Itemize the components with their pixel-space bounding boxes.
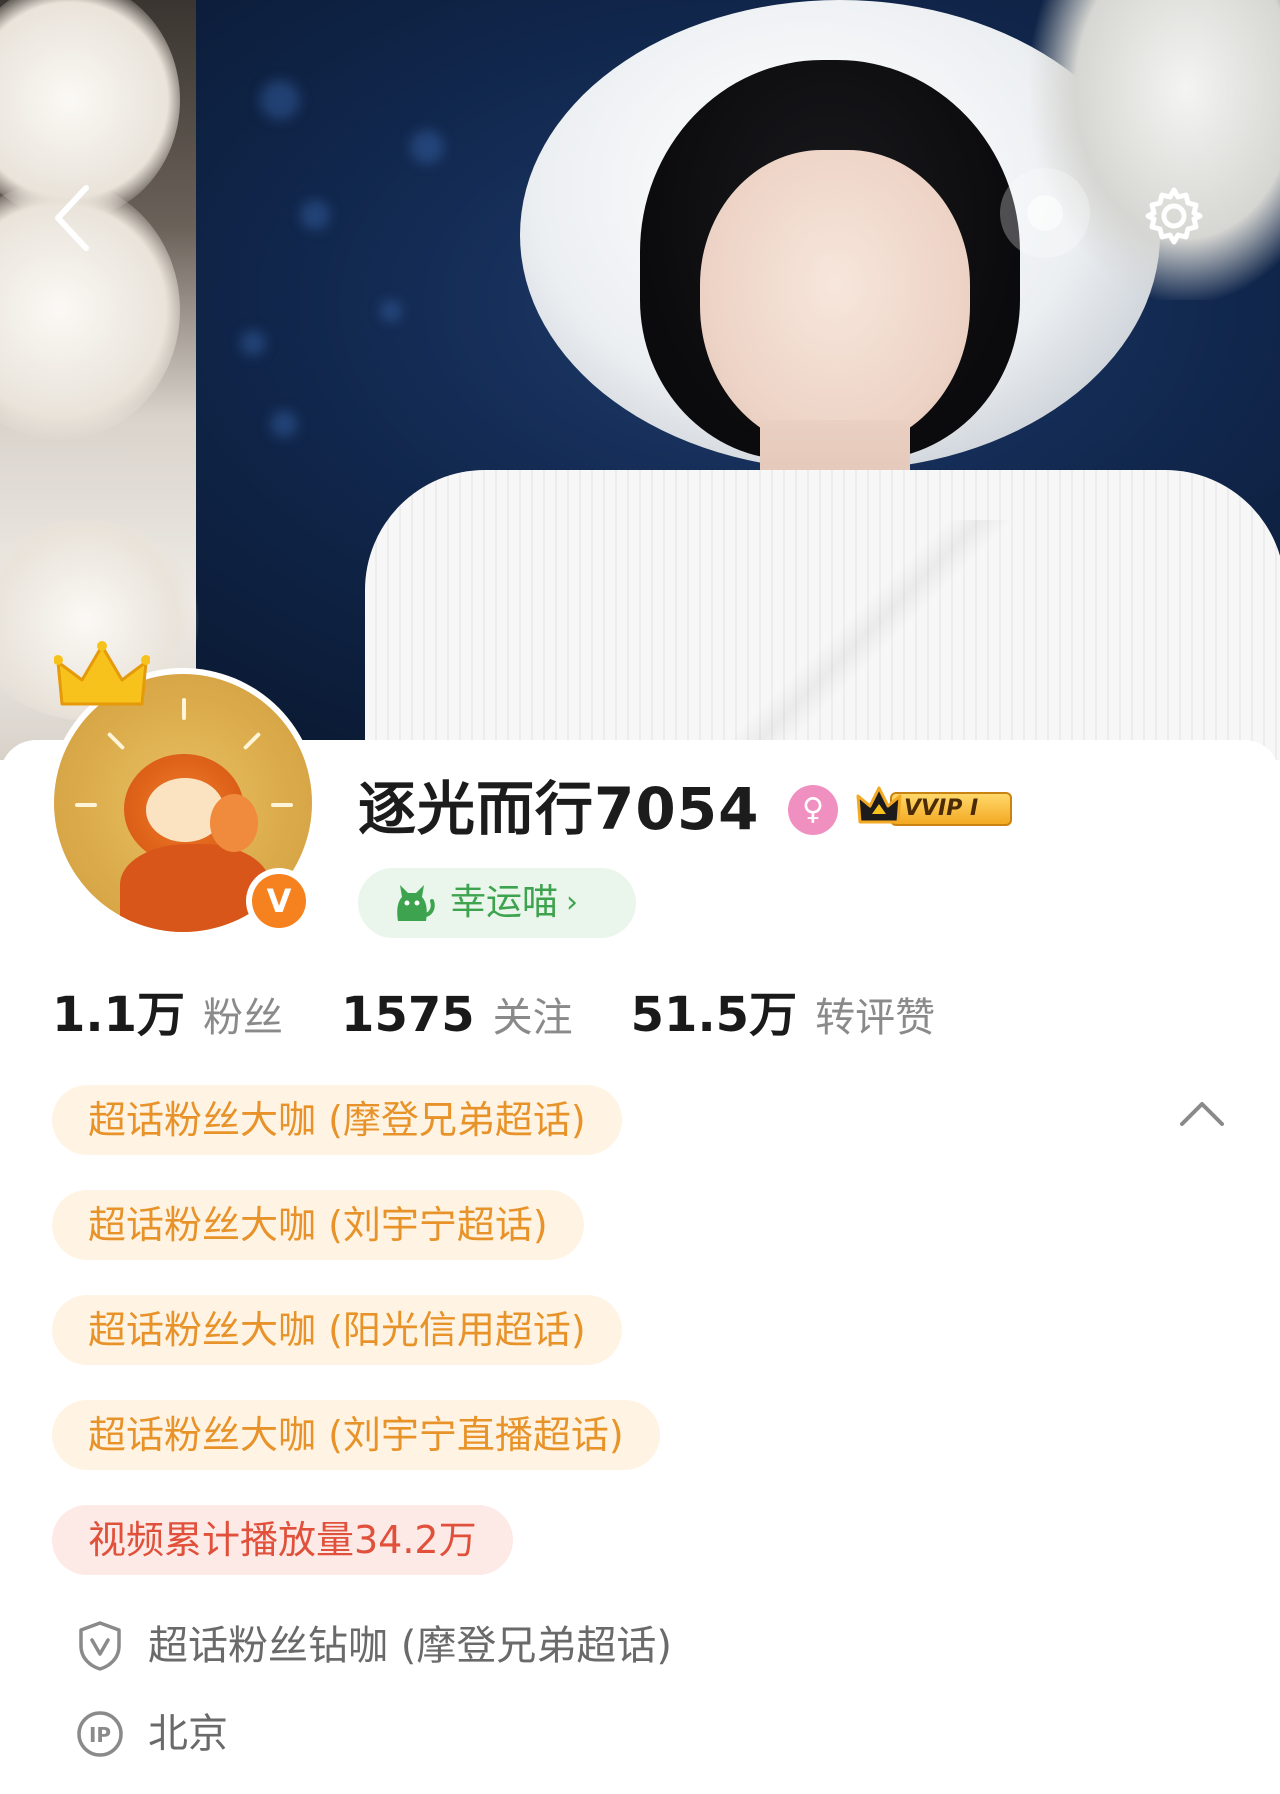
chevron-left-icon [55, 185, 89, 251]
chevron-up-icon[interactable] [1176, 1092, 1228, 1132]
stat-followers[interactable]: 1.1万 粉丝 [52, 975, 283, 1045]
info-text: 超话粉丝钻咖 (摩登兄弟超话) [148, 1623, 672, 1669]
tag-badge[interactable]: 超话粉丝大咖 (阳光信用超话) [52, 1295, 622, 1365]
stat-value: 51.5万 [630, 987, 798, 1043]
lucky-badge-label: 幸运喵 [450, 882, 559, 923]
feather-shape [1030, 0, 1280, 300]
cover-image[interactable] [0, 0, 1280, 760]
vvip-badge[interactable]: VVIP I [856, 784, 1016, 830]
lion-paw [210, 794, 258, 852]
ip-icon: IP [77, 1711, 123, 1757]
gear-icon [1145, 187, 1203, 245]
tag-badge[interactable]: 超话粉丝大咖 (刘宇宁直播超话) [52, 1400, 660, 1470]
stat-label: 转评赞 [815, 995, 936, 1041]
tag-badge[interactable]: 超话粉丝大咖 (刘宇宁超话) [52, 1190, 584, 1260]
vip-crown-icon [856, 786, 902, 824]
vvip-label: VVIP I [904, 796, 979, 821]
stat-following[interactable]: 1575 关注 [341, 985, 573, 1043]
stat-value: 1.1万 [52, 987, 186, 1043]
back-button[interactable] [44, 178, 104, 258]
tag-label: 超话粉丝大咖 (阳光信用超话) [88, 1308, 586, 1352]
tag-label: 超话粉丝大咖 (刘宇宁超话) [88, 1203, 548, 1247]
cat-icon [397, 885, 435, 921]
female-icon: ♀ [788, 785, 838, 835]
bokeh-light [240, 330, 266, 356]
tag-label: 超话粉丝大咖 (摩登兄弟超话) [88, 1098, 586, 1142]
info-row-fan-level[interactable]: 超话粉丝钻咖 (摩登兄弟超话) [76, 1616, 672, 1676]
verified-v-icon: V [252, 874, 306, 928]
chevron-right-icon: › [566, 885, 579, 920]
stat-likes[interactable]: 51.5万 转评赞 [631, 975, 935, 1045]
info-text: 北京 [148, 1711, 228, 1757]
stat-label: 关注 [492, 995, 573, 1041]
shield-v-icon [79, 1621, 121, 1671]
bokeh-light [260, 80, 300, 120]
lucky-badge-button[interactable]: 幸运喵 › [358, 868, 636, 938]
bokeh-light [410, 130, 444, 164]
tag-label: 超话粉丝大咖 (刘宇宁直播超话) [88, 1413, 624, 1457]
bokeh-light [270, 410, 298, 438]
svg-text:IP: IP [89, 1723, 111, 1747]
verified-badge[interactable]: V [246, 868, 312, 934]
info-row-ip-location: IP 北京 [76, 1704, 228, 1764]
bokeh-light [300, 200, 330, 230]
lapel-shape [660, 520, 1040, 760]
crown-icon [54, 641, 150, 706]
stats-bar: 1.1万 粉丝 1575 关注 51.5万 转评赞 [52, 975, 993, 1045]
stat-label: 粉丝 [203, 995, 284, 1041]
tag-label: 视频累计播放量34.2万 [88, 1518, 477, 1562]
settings-button[interactable] [1144, 186, 1204, 246]
face-shape [700, 150, 970, 450]
bokeh-light [380, 300, 402, 322]
tag-badge[interactable]: 超话粉丝大咖 (摩登兄弟超话) [52, 1085, 622, 1155]
video-plays-badge[interactable]: 视频累计播放量34.2万 [52, 1505, 513, 1575]
circle-action-button[interactable] [1000, 168, 1090, 258]
username: 逐光而行7054 [358, 775, 760, 843]
stat-value: 1575 [341, 987, 475, 1043]
